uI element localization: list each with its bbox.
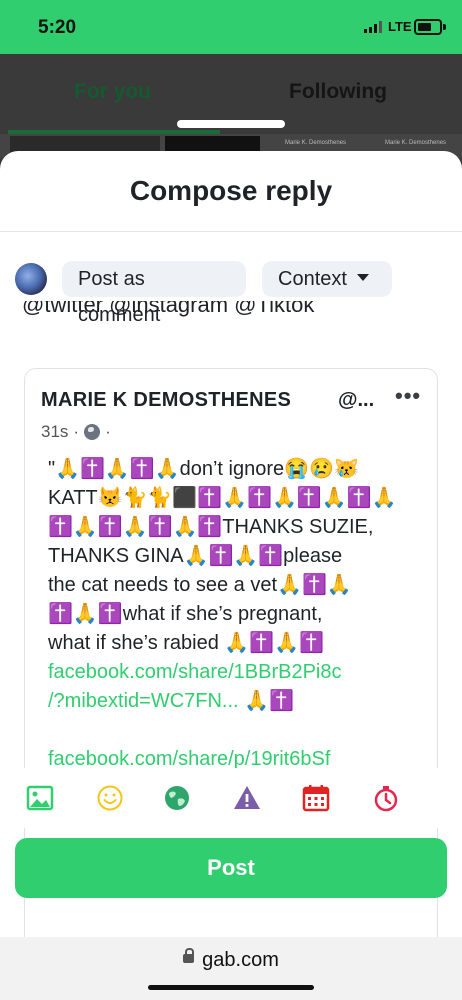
avatar[interactable] xyxy=(15,263,47,295)
tab-for-you[interactable]: For you xyxy=(74,80,151,104)
feed-author-label: Marie K. Demosthenes xyxy=(285,140,347,146)
body-line: ✝️🙏✝️what if she’s pregnant, xyxy=(48,603,323,625)
body-line: what if she’s rabied 🙏✝️🙏✝️ xyxy=(48,632,325,654)
status-bar: 5:20 LTE xyxy=(0,0,462,54)
compose-reply-sheet: Compose reply Post as comment Context @t… xyxy=(0,151,462,937)
feed-author-label: Marie K. Demosthenes xyxy=(385,140,447,146)
battery-icon xyxy=(414,19,446,35)
facebook-link-2[interactable]: facebook.com/share/p/19rit6bSf xyxy=(48,748,330,770)
post-as-comment-button[interactable]: Post as comment xyxy=(62,261,246,326)
quoted-post-author[interactable]: MARIE K DEMOSTHENES xyxy=(41,389,291,412)
more-options-icon[interactable]: ••• xyxy=(395,383,421,409)
reply-text-value: @twitter @instagram @Tiktok xyxy=(22,301,315,317)
lock-icon xyxy=(183,948,195,964)
warning-icon[interactable] xyxy=(233,784,261,812)
compose-toolbar xyxy=(0,768,462,828)
context-label: Context xyxy=(278,268,347,290)
status-time: 5:20 xyxy=(38,17,77,38)
globe-icon[interactable] xyxy=(163,784,191,812)
quoted-post-body: "🙏✝️🙏✝️🙏don’t ignore😭😢😿 KATT😾🐈🐈⬛✝️🙏✝️🙏✝️… xyxy=(48,455,420,774)
sheet-drag-handle[interactable] xyxy=(177,120,285,128)
context-dropdown[interactable]: Context xyxy=(262,261,392,297)
post-button[interactable]: Post xyxy=(15,838,447,898)
home-indicator[interactable] xyxy=(148,985,314,990)
facebook-link-continued[interactable]: /?mibextid=WC7FN... xyxy=(48,690,239,712)
url-field[interactable]: gab.com xyxy=(0,948,462,972)
link-suffix-emoji: 🙏✝️ xyxy=(238,690,294,712)
timer-icon[interactable] xyxy=(372,784,400,812)
reply-text-input[interactable]: @twitter @instagram @Tiktok xyxy=(22,301,452,327)
globe-icon xyxy=(84,424,101,440)
facebook-link[interactable]: facebook.com/share/1BBrB2Pi8c xyxy=(48,661,342,683)
body-line: the cat needs to see a vet🙏✝️🙏 xyxy=(48,574,352,596)
divider xyxy=(0,231,462,232)
sheet-title: Compose reply xyxy=(129,175,333,206)
quoted-post-meta: 31s · · xyxy=(41,422,111,441)
body-line: KATT😾🐈🐈⬛✝️🙏✝️🙏✝️🙏✝️🙏 xyxy=(48,487,397,509)
url-text: gab.com xyxy=(202,949,279,971)
body-line: ✝️🙏✝️🙏✝️🙏✝️THANKS SUZIE, xyxy=(48,516,374,538)
caret-down-icon xyxy=(356,274,369,282)
quoted-post-handle[interactable]: @... xyxy=(338,389,374,412)
calendar-icon[interactable] xyxy=(302,784,330,812)
post-time: 31s xyxy=(41,422,69,441)
body-line: "🙏✝️🙏✝️🙏don’t ignore😭😢😿 xyxy=(48,458,359,480)
browser-address-bar[interactable]: gab.com xyxy=(0,937,462,1000)
image-icon[interactable] xyxy=(26,784,54,812)
body-line: THANKS GINA🙏✝️🙏✝️please xyxy=(48,545,343,567)
network-type: LTE xyxy=(388,19,412,34)
cellular-signal-icon xyxy=(364,21,382,33)
tab-following[interactable]: Following xyxy=(289,80,387,104)
emoji-icon[interactable] xyxy=(96,784,124,812)
